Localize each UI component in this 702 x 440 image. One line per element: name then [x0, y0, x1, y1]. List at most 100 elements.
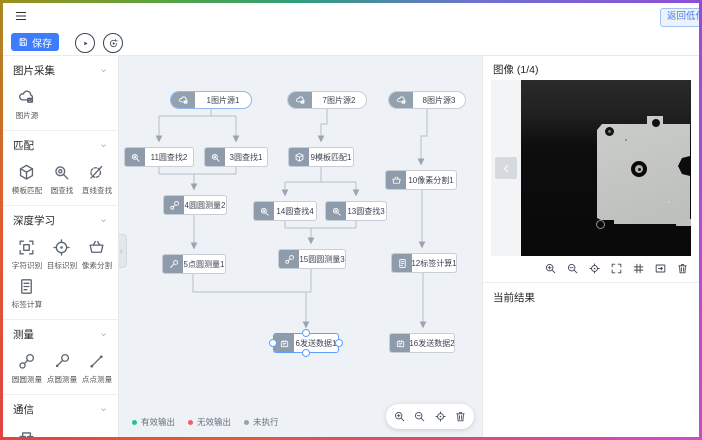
tool-ocr[interactable]: 字符识别: [9, 235, 44, 271]
circle-circle-measure-icon: [279, 250, 299, 268]
tool-image-source[interactable]: 图片源: [9, 85, 44, 121]
flow-node-circle-circle-measure-3[interactable]: 15圆圆测量3: [278, 249, 346, 269]
flow-node-circle-circle-measure-2[interactable]: 4圆圆测量2: [163, 195, 227, 215]
speck: [625, 139, 627, 141]
flow-edges: [118, 56, 482, 437]
node-label: 9模板匹配1: [309, 148, 353, 166]
legend-invalid-output: 无效输出: [188, 416, 231, 428]
previous-image-button[interactable]: [495, 157, 517, 179]
node-label: 16发送数据2: [410, 334, 454, 352]
tool-label-calc[interactable]: 标签计算: [9, 274, 44, 310]
chevron-down-icon: [99, 405, 108, 414]
bottom-hook-feature: [596, 220, 605, 229]
chevron-down-icon: [99, 330, 108, 339]
flow-node-circle-find-4[interactable]: 14圆查找4: [253, 201, 317, 221]
menu-icon[interactable]: [13, 9, 29, 23]
tool-line-find[interactable]: 直线查找: [79, 160, 114, 196]
template-match-icon: [289, 148, 309, 166]
label-calc-icon: [392, 254, 412, 272]
zoom-in-icon[interactable]: [544, 262, 557, 275]
image-source-icon: [17, 88, 36, 107]
tool-point-circle-measure[interactable]: 点圆测量: [44, 349, 79, 385]
zoom-out-icon[interactable]: [413, 410, 426, 423]
bottom-tab-feature: [676, 219, 691, 226]
flow-node-pixel-segment-1[interactable]: 10像素分割1: [385, 170, 457, 190]
play-loop-icon: [108, 38, 119, 49]
save-label: 保存: [32, 35, 52, 50]
circle-find-icon: [125, 148, 145, 166]
tool-object-detect[interactable]: 目标识别: [44, 235, 79, 271]
zoom-in-icon[interactable]: [393, 410, 406, 423]
flow-node-send-data-1[interactable]: 6发送数据1: [273, 333, 339, 353]
trash-icon[interactable]: [454, 410, 467, 423]
tool-label: 圆圆测量: [11, 374, 41, 384]
run-once-button[interactable]: [75, 33, 95, 53]
flow-node-label-calc-1[interactable]: 12标签计算1: [391, 253, 457, 273]
circle-find-icon: [205, 148, 225, 166]
circle-circle-measure-icon: [164, 196, 184, 214]
grid-icon[interactable]: [632, 262, 645, 275]
section-header[interactable]: 图片采集: [3, 63, 118, 80]
panel-divider: [483, 282, 699, 283]
save-icon: [18, 37, 28, 47]
locate-icon[interactable]: [588, 262, 601, 275]
speck: [668, 201, 670, 203]
flow-canvas[interactable]: 1图片源1 7图片源2 8图片源3 11圆查找2 3圆查找1 9模板匹配1 10…: [118, 56, 482, 437]
tool-pixel-segment[interactable]: 像素分割: [79, 235, 114, 271]
tool-label: 模板匹配: [11, 185, 41, 195]
node-handle-right[interactable]: [335, 339, 343, 347]
flow-node-send-data-2[interactable]: 16发送数据2: [389, 333, 455, 353]
flow-node-point-circle-measure-1[interactable]: 5点圆测量1: [162, 254, 226, 274]
pixel-segment-icon: [386, 171, 406, 189]
tool-circle-circle-measure[interactable]: 圆圆测量: [9, 349, 44, 385]
tool-circle-find[interactable]: 圆查找: [44, 160, 79, 196]
point-circle-measure-icon: [163, 255, 183, 273]
tool-protocol-device[interactable]: [9, 424, 44, 437]
legend-not-executed: 未执行: [244, 416, 279, 428]
node-label: 14圆查找4: [274, 202, 316, 220]
node-handle-bottom[interactable]: [302, 349, 310, 357]
pixel-segment-icon: [87, 238, 106, 257]
flow-node-circle-find-2[interactable]: 11圆查找2: [124, 147, 194, 167]
section-header[interactable]: 测量: [3, 327, 118, 344]
circle-circle-measure-icon: [17, 352, 36, 371]
back-to-lowcode-button[interactable]: 返回低代: [660, 8, 702, 27]
tool-sidebar: 图片采集 图片源 匹配 模板匹配: [3, 56, 119, 437]
status-legend: 有效输出 无效输出 未执行: [132, 416, 279, 428]
section-header[interactable]: 通信: [3, 402, 118, 419]
trash-icon[interactable]: [676, 262, 689, 275]
fit-view-icon[interactable]: [654, 262, 667, 275]
send-data-icon: [274, 334, 294, 352]
flow-node-image-source-1[interactable]: 1图片源1: [170, 91, 252, 109]
locate-icon[interactable]: [434, 410, 447, 423]
tool-label: 图片源: [15, 110, 38, 120]
node-label: 5点圆测量1: [183, 255, 225, 273]
chevron-left-icon: [501, 163, 512, 174]
play-icon: [80, 38, 91, 49]
flow-node-template-match-1[interactable]: 9模板匹配1: [288, 147, 354, 167]
tool-point-point-measure[interactable]: 点点测量: [79, 349, 114, 385]
flow-node-image-source-3[interactable]: 8图片源3: [388, 91, 466, 109]
fullscreen-icon[interactable]: [610, 262, 623, 275]
tool-template-match[interactable]: 模板匹配: [9, 160, 44, 196]
section-header[interactable]: 深度学习: [3, 213, 118, 230]
template-match-icon: [17, 163, 36, 182]
node-label: 6发送数据1: [294, 334, 338, 352]
flow-node-circle-find-1[interactable]: 3圆查找1: [204, 147, 268, 167]
node-label: 12标签计算1: [412, 254, 456, 272]
tool-label: 标签计算: [11, 299, 41, 309]
green-dot-icon: [132, 420, 137, 425]
flow-node-circle-find-3[interactable]: 13圆查找3: [325, 201, 387, 221]
circle-find-icon: [52, 163, 71, 182]
camera-photo: [521, 80, 691, 256]
chevron-down-icon: [99, 66, 108, 75]
node-handle-top[interactable]: [302, 329, 310, 337]
run-loop-button[interactable]: [103, 33, 123, 53]
section-header[interactable]: 匹配: [3, 138, 118, 155]
flow-node-image-source-2[interactable]: 7图片源2: [287, 91, 367, 109]
save-button[interactable]: 保存: [11, 33, 59, 51]
tool-label: 点圆测量: [46, 374, 76, 384]
zoom-out-icon[interactable]: [566, 262, 579, 275]
node-label: 4圆圆测量2: [184, 196, 226, 214]
node-handle-left[interactable]: [269, 339, 277, 347]
